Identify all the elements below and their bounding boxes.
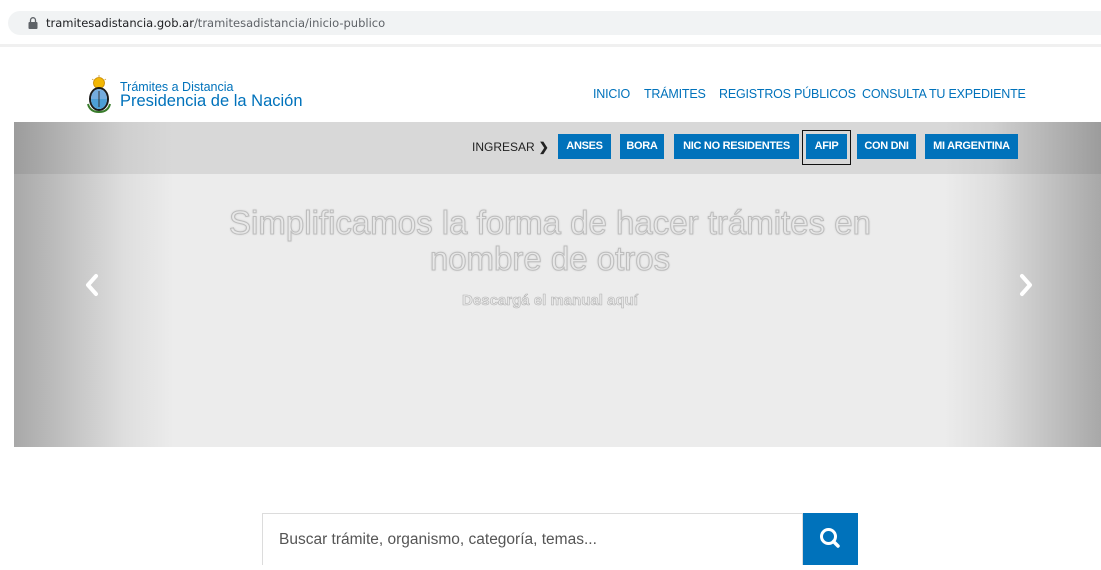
login-anses-button[interactable]: ANSES [558, 134, 611, 159]
chevron-right-icon: ❯ [538, 140, 549, 154]
ingresar-text: INGRESAR [472, 140, 535, 154]
chevron-right-icon[interactable] [1014, 270, 1038, 300]
search-input[interactable] [262, 513, 803, 565]
search-icon [820, 528, 840, 548]
ingresar-label: INGRESAR ❯ [472, 140, 549, 154]
brand-title[interactable]: Presidencia de la Nación [120, 92, 303, 111]
login-con-dni-button[interactable]: CON DNI [857, 134, 916, 159]
hero-title: Simplificamos la forma de hacer trámites… [229, 204, 872, 277]
argentina-coat-of-arms-icon[interactable] [86, 74, 112, 114]
lock-icon [28, 17, 38, 29]
nav-consulta-tu-expediente[interactable]: CONSULTA TU EXPEDIENTE [862, 87, 1026, 101]
login-bora-button[interactable]: BORA [620, 134, 664, 159]
search-button[interactable] [803, 513, 858, 565]
login-nic-no-residentes-button[interactable]: NIC NO RESIDENTES [674, 134, 799, 159]
url-host: tramitesadistancia.gob.ar [46, 16, 194, 30]
nav-tramites[interactable]: TRÁMITES [644, 87, 706, 101]
login-afip-button[interactable]: AFIP [806, 134, 847, 159]
chevron-left-icon[interactable] [80, 270, 104, 300]
url-path: /tramitesadistancia/inicio-publico [193, 16, 386, 30]
nav-registros-publicos[interactable]: REGISTROS PÚBLICOS [719, 87, 856, 101]
hero-manual-link[interactable]: Descargá el manual aquí [360, 292, 740, 310]
login-mi-argentina-button[interactable]: MI ARGENTINA [925, 134, 1018, 159]
nav-inicio[interactable]: INICIO [593, 87, 630, 101]
url-text[interactable]: tramitesadistancia.gob.ar/tramitesadista… [46, 16, 385, 30]
